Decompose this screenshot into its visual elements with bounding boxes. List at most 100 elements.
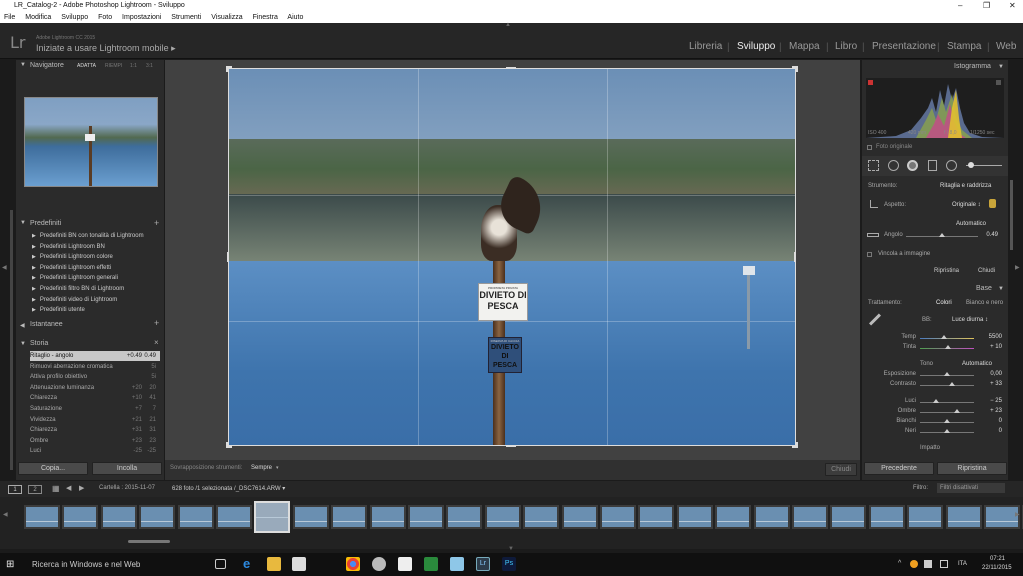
minimize-icon[interactable]: –: [958, 0, 962, 12]
grid-view-icon[interactable]: ▦: [52, 484, 60, 493]
filmstrip-thumbnail[interactable]: [216, 505, 252, 529]
add-snapshot-icon[interactable]: +: [154, 318, 159, 328]
aspect-select[interactable]: Originale ↕: [952, 202, 981, 208]
auto-straighten[interactable]: Automatico: [956, 221, 986, 227]
left-scrollbar[interactable]: [10, 210, 13, 470]
crop-handle-tl[interactable]: [226, 66, 232, 72]
histogram-title[interactable]: Istogramma: [954, 63, 991, 70]
filmstrip-thumbnail[interactable]: [139, 505, 176, 529]
module-mappa[interactable]: Mappa: [789, 41, 820, 52]
slider-knob[interactable]: [944, 419, 950, 423]
filmstrip-thumbnail[interactable]: [484, 505, 521, 529]
slider-track[interactable]: [920, 412, 974, 413]
module-presentazione[interactable]: Presentazione: [872, 41, 936, 52]
language-indicator[interactable]: ITA: [958, 561, 967, 567]
chevron-down-icon[interactable]: ▾: [276, 465, 279, 471]
collapse-icon[interactable]: ▼: [998, 64, 1004, 70]
slider-track[interactable]: [920, 385, 974, 386]
shadow-clip-icon[interactable]: [868, 80, 873, 85]
wb-select[interactable]: Luce diurna ↕: [952, 317, 988, 323]
original-photo-checkbox[interactable]: [867, 145, 872, 150]
snapshots-title[interactable]: Istantanee: [16, 319, 164, 331]
mobile-link[interactable]: Iniziate a usare Lightroom mobile ▸: [36, 43, 176, 54]
filmstrip-thumbnail[interactable]: [446, 505, 483, 529]
histogram[interactable]: [866, 78, 1004, 138]
clear-history-icon[interactable]: ×: [154, 338, 159, 347]
filter-select[interactable]: Filtri disattivati: [937, 483, 1005, 493]
slider-knob[interactable]: [944, 372, 950, 376]
filmstrip-thumbnail[interactable]: [177, 505, 214, 529]
filmstrip-thumbnail[interactable]: [945, 505, 982, 529]
menu-modifica[interactable]: Modifica: [25, 14, 51, 21]
crop-handle-bl[interactable]: [226, 442, 232, 448]
maximize-icon[interactable]: ❐: [983, 0, 990, 12]
preset-folder[interactable]: ▶ Predefiniti Lightroom generali: [32, 273, 162, 283]
menu-file[interactable]: File: [4, 14, 15, 21]
eyedropper-icon[interactable]: [868, 313, 882, 326]
filmstrip-thumbnail[interactable]: [369, 505, 406, 529]
menu-visualizza[interactable]: Visualizza: [211, 14, 242, 21]
main-photo[interactable]: PROPRIETA PRIVATA DIVIETO DI PESCA RISER…: [228, 68, 796, 446]
module-libro[interactable]: Libro: [835, 41, 857, 52]
tray-network-icon[interactable]: [924, 560, 932, 568]
redeye-icon[interactable]: [907, 160, 918, 171]
collapse-bottom-icon[interactable]: ▼: [508, 546, 514, 552]
presets-title[interactable]: Predefiniti: [16, 218, 164, 230]
chrome-icon[interactable]: [346, 557, 360, 571]
monitor-1-button[interactable]: 1: [8, 485, 22, 494]
slider-value[interactable]: − 25: [972, 398, 1002, 404]
filmstrip-thumbnail[interactable]: [523, 505, 560, 529]
filmstrip-thumbnail[interactable]: [715, 505, 752, 529]
crop-close-button[interactable]: Chiudi: [978, 268, 995, 274]
filmstrip-right-icon[interactable]: ▶: [1015, 511, 1020, 518]
lock-icon[interactable]: [989, 199, 996, 208]
slider-track[interactable]: [920, 402, 974, 403]
slider-knob[interactable]: [944, 429, 950, 433]
expand-icon[interactable]: ▶: [32, 275, 36, 281]
nav-mode-fill[interactable]: RIEMPI: [105, 63, 122, 69]
filmstrip-thumbnail[interactable]: [24, 505, 60, 529]
module-sviluppo[interactable]: Sviluppo: [737, 41, 775, 52]
menu-strumenti[interactable]: Strumenti: [171, 14, 201, 21]
collapse-icon[interactable]: ▼: [998, 286, 1004, 292]
treatment-color[interactable]: Colori: [936, 300, 952, 306]
filmstrip-thumbnail[interactable]: [600, 505, 636, 529]
crop-reset-button[interactable]: Ripristina: [934, 268, 959, 274]
slider-knob[interactable]: [941, 335, 948, 339]
filmstrip-thumbnail[interactable]: [408, 505, 444, 529]
taskbar-search[interactable]: Ricerca in Windows e nel Web: [32, 560, 140, 569]
collapse-top-icon[interactable]: ▲: [505, 22, 511, 28]
filmstrip-scrollbar[interactable]: [128, 540, 170, 543]
lightroom-taskbar-icon[interactable]: Lr: [476, 557, 490, 571]
expand-icon[interactable]: ▶: [32, 233, 36, 239]
tray-app-icon[interactable]: [910, 560, 918, 568]
tray-chevron-icon[interactable]: ^: [898, 560, 901, 567]
nav-mode-3to1[interactable]: 3:1: [146, 63, 153, 69]
history-item[interactable]: Saturazione +7 7: [30, 404, 160, 414]
slider-value[interactable]: 0: [972, 418, 1002, 424]
preset-folder[interactable]: ▶ Predefiniti BN con tonalità di Lightroo…: [32, 231, 162, 241]
slider-value[interactable]: + 23: [972, 408, 1002, 414]
history-item[interactable]: Vividezza +21 21: [30, 415, 160, 425]
graduated-filter-icon[interactable]: [928, 160, 937, 171]
close-crop-button[interactable]: Chiudi: [825, 463, 857, 476]
crop-handle-left[interactable]: [227, 252, 229, 262]
filmstrip-thumbnail[interactable]: [868, 505, 905, 529]
expand-icon[interactable]: ▶: [32, 265, 36, 271]
previous-button[interactable]: Precedente: [864, 462, 934, 475]
preset-folder[interactable]: ▶ Predefiniti Lightroom BN: [32, 242, 162, 252]
filmstrip-thumbnail[interactable]: [792, 505, 828, 529]
mail-icon[interactable]: [398, 557, 412, 571]
filmstrip-thumbnail[interactable]: [676, 505, 713, 529]
filmstrip-thumbnail[interactable]: [907, 505, 944, 529]
menu-sviluppo[interactable]: Sviluppo: [61, 14, 88, 21]
slider-knob[interactable]: [949, 382, 956, 386]
crop-handle-br[interactable]: [792, 442, 798, 448]
history-item[interactable]: Chiarezza +31 31: [30, 425, 160, 435]
tray-volume-icon[interactable]: [940, 560, 948, 568]
slider-value[interactable]: 0,00: [972, 371, 1002, 377]
angle-value[interactable]: 0.49: [968, 232, 998, 238]
preset-folder[interactable]: ▶ Predefiniti video di Lightroom: [32, 295, 162, 305]
nav-mode-fit[interactable]: ADATTA: [77, 63, 96, 69]
filmstrip-thumbnail[interactable]: [331, 505, 368, 529]
